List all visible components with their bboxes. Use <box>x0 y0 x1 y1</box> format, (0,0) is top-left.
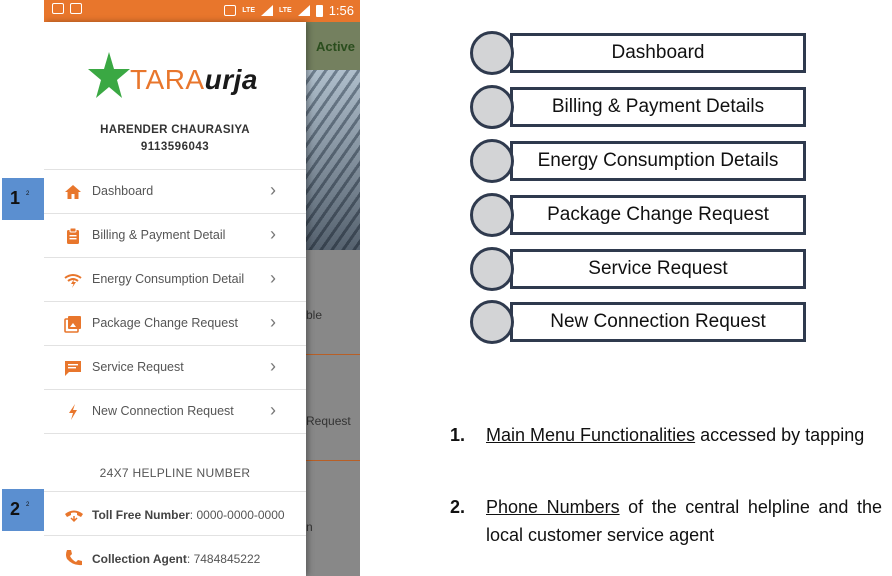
circle-bullet <box>470 300 514 344</box>
helpline-title: 24X7 HELPLINE NUMBER <box>99 466 251 480</box>
feature-box-dashboard: Dashboard <box>470 31 808 75</box>
background-text-3: n <box>306 520 313 534</box>
background-active-label: Active <box>316 39 356 54</box>
status-bar: LTE LTE 1:56 <box>44 0 360 22</box>
background-text-2: Request <box>306 414 351 428</box>
feature-box-billing: Billing & Payment Details <box>470 85 808 129</box>
menu-label: Package Change Request <box>92 316 238 330</box>
menu-item-energy[interactable]: Energy Consumption Detail › <box>44 257 306 301</box>
background-app[interactable]: Active ble Request n <box>306 22 360 576</box>
user-phone: 9113596043 <box>140 141 210 153</box>
circle-bullet <box>470 31 514 75</box>
contact-label: Toll Free Number: 0000-0000-0000 <box>92 508 285 522</box>
menu-divider <box>44 433 306 434</box>
phone-icon <box>66 550 82 566</box>
feature-box-service-request: Service Request <box>470 247 808 291</box>
menu-item-service-request[interactable]: Service Request › <box>44 345 306 389</box>
menu-item-new-connection[interactable]: New Connection Request › <box>44 389 306 433</box>
chevron-right-icon: › <box>270 180 276 200</box>
solar-panel-image <box>306 70 360 250</box>
clock: 1:56 <box>328 3 354 18</box>
star-icon <box>88 52 130 98</box>
signal-icon-2 <box>297 5 310 16</box>
contact-toll-free[interactable]: Toll Free Number: 0000-0000-0000 <box>44 491 306 535</box>
background-text-1: ble <box>306 308 323 322</box>
circle-bullet <box>470 139 514 183</box>
circle-bullet <box>470 247 514 291</box>
tara-urja-logo: TARAurja <box>88 50 278 102</box>
chevron-right-icon: › <box>270 268 276 288</box>
lte-indicator-1: LTE <box>242 7 255 14</box>
chevron-right-icon: › <box>270 400 276 420</box>
phone-hangup-icon <box>65 510 83 523</box>
menu-item-dashboard[interactable]: Dashboard › <box>44 169 306 213</box>
chevron-right-icon: › <box>270 224 276 244</box>
gallery-icon <box>52 3 64 14</box>
chevron-right-icon: › <box>270 356 276 376</box>
menu-item-package-change[interactable]: Package Change Request › <box>44 301 306 345</box>
message-icon <box>65 361 81 376</box>
signal-icon <box>260 5 273 16</box>
home-icon <box>65 185 81 199</box>
photo-icon <box>70 3 82 14</box>
marker-2: 2 2 <box>2 489 44 531</box>
menu-label: Energy Consumption Detail <box>92 272 245 286</box>
energy-icon <box>64 274 82 288</box>
clipboard-icon <box>67 227 79 244</box>
circle-bullet <box>470 85 514 129</box>
feature-box-package-change: Package Change Request <box>470 193 808 237</box>
marker-1: 1 2 <box>2 178 44 220</box>
feature-box-new-connection: New Connection Request <box>470 300 808 344</box>
menu-label: Dashboard <box>92 184 154 198</box>
contact-collection-agent[interactable]: Collection Agent: 7484845222 <box>44 535 306 576</box>
phone-screen: LTE LTE 1:56 Active ble Request n TARAur… <box>44 0 360 576</box>
menu-label: New Connection Request <box>92 404 234 418</box>
menu-label: Billing & Payment Detail <box>92 228 226 242</box>
background-divider-2 <box>306 460 360 461</box>
user-name: HARENDER CHAURASIYA <box>100 124 250 136</box>
menu-item-billing[interactable]: Billing & Payment Detail › <box>44 213 306 257</box>
feature-box-energy: Energy Consumption Details <box>470 139 808 183</box>
contact-label: Collection Agent: 7484845222 <box>92 552 261 566</box>
circle-bullet <box>470 193 514 237</box>
image-icon <box>64 316 81 333</box>
navigation-drawer: TARAurja HARENDER CHAURASIYA 9113596043 … <box>44 22 306 576</box>
battery-icon <box>315 4 323 17</box>
vibrate-icon <box>224 5 237 16</box>
bolt-icon <box>69 404 77 420</box>
menu-label: Service Request <box>92 360 184 374</box>
brand-name: TARAurja <box>130 64 258 95</box>
background-divider-1 <box>306 354 360 355</box>
chevron-right-icon: › <box>270 312 276 332</box>
lte-indicator-2: LTE <box>278 7 292 14</box>
